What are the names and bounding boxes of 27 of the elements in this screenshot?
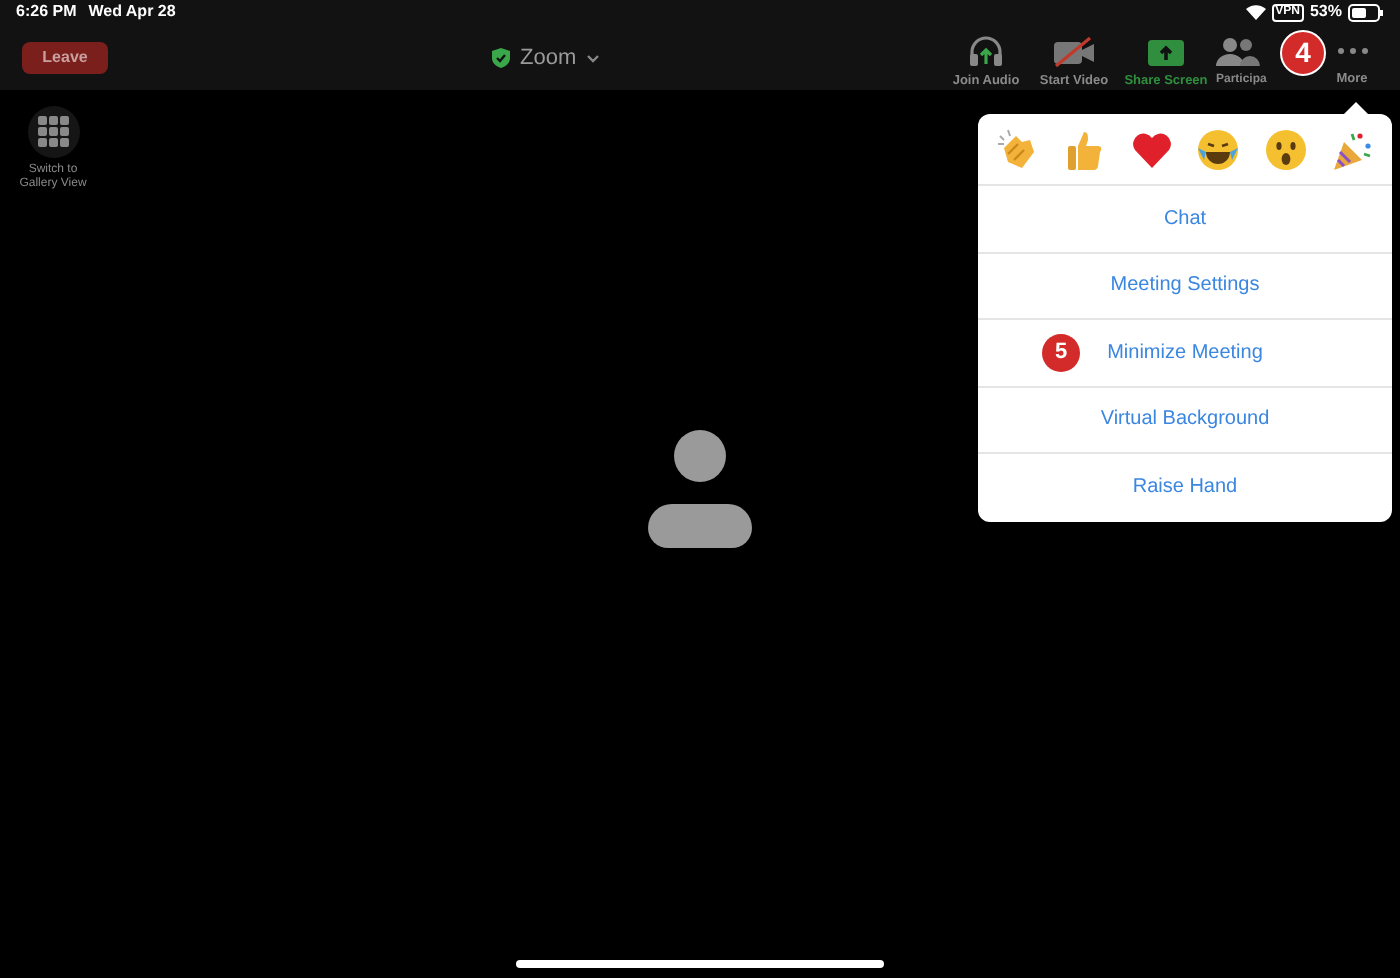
share-screen-icon (1146, 35, 1186, 67)
status-date: Wed Apr 28 (88, 0, 176, 24)
people-icon (1216, 35, 1260, 67)
party-popper-icon (1329, 127, 1374, 171)
menu-item[interactable]: Raise Hand (978, 454, 1392, 521)
menu-item[interactable]: Chat (978, 186, 1392, 253)
surprised-face-icon (1263, 127, 1308, 171)
meeting-title: Zoom (520, 44, 577, 74)
status-time: 6:26 PM (16, 0, 77, 24)
laughing-face-icon (1196, 127, 1241, 171)
menu-item[interactable]: 5 Minimize Meeting (978, 320, 1392, 387)
wifi-icon (1245, 4, 1266, 20)
step-badge: 5 (1042, 334, 1080, 372)
menu-item[interactable]: Meeting Settings (978, 253, 1392, 320)
menu-item[interactable]: Virtual Background (978, 387, 1392, 454)
thumbs-up-icon (1062, 127, 1107, 171)
battery-percent: 53% (1309, 0, 1342, 24)
chevron-down-icon (586, 53, 601, 64)
shield-check-icon (492, 48, 510, 69)
leave-button[interactable]: Leave (22, 41, 108, 73)
step-badge: 4 (1280, 30, 1326, 76)
battery-icon (1348, 3, 1384, 21)
camera-off-icon (1052, 35, 1096, 67)
more-icon (1337, 47, 1367, 53)
grid-icon (37, 116, 69, 148)
avatar-silhouette-icon (648, 428, 752, 548)
headphones-icon (968, 35, 1004, 67)
